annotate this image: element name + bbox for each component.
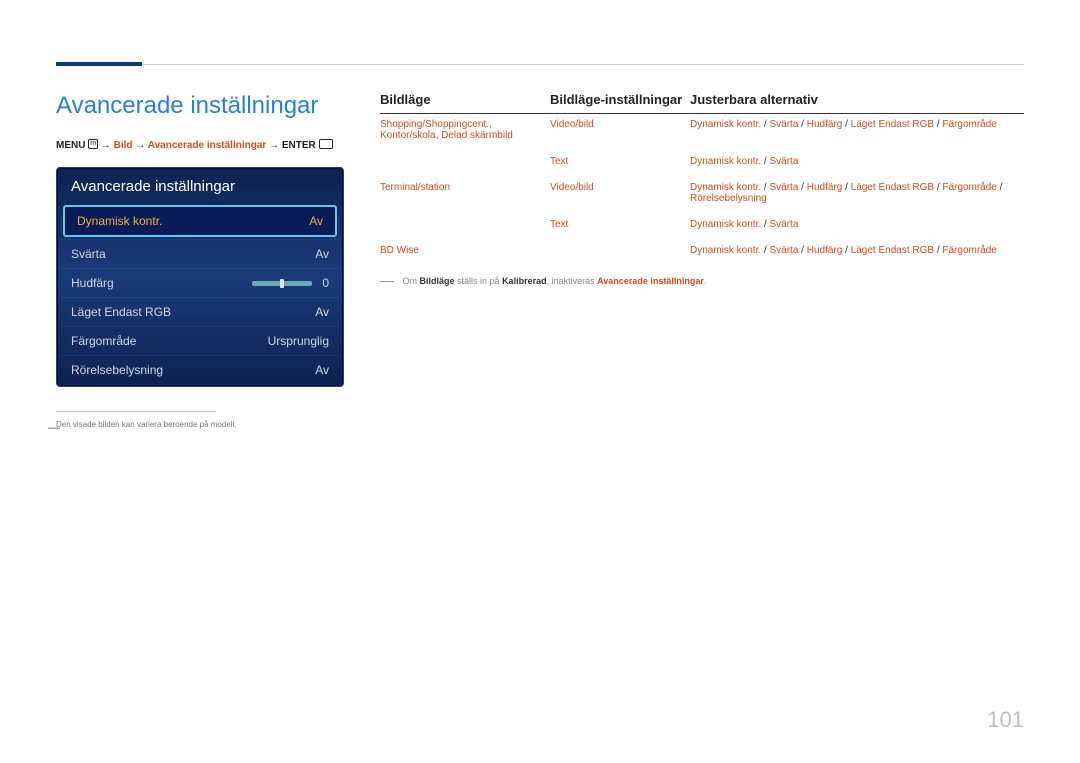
menu-item[interactable]: Rörelsebelysning Av — [59, 355, 341, 384]
menu-icon: m — [88, 139, 98, 149]
menu-item-label: Rörelsebelysning — [71, 363, 163, 377]
cell-installningar: Text — [550, 219, 690, 230]
table-row: Terminal/stationVideo/bildDynamisk kontr… — [380, 177, 1024, 214]
cell-installningar: Text — [550, 156, 690, 167]
page-number: 101 — [987, 707, 1024, 733]
menu-item-label: Färgområde — [71, 334, 136, 348]
table-row: BD Wise Dynamisk kontr. / Svärta / Hudfär… — [380, 240, 1024, 266]
settings-menu-panel: Avancerade inställningar Dynamisk kontr.… — [56, 167, 344, 387]
breadcrumb-step1: Bild — [114, 140, 133, 151]
table-row: Shopping/Shoppingcent.,Kontor/skola, Del… — [380, 114, 1024, 151]
menu-item[interactable]: Läget Endast RGB Av — [59, 297, 341, 326]
th-justerbara: Justerbara alternativ — [690, 92, 1024, 107]
footnote-divider — [56, 411, 216, 412]
cell-installningar — [550, 245, 690, 256]
right-note: Om Bildläge ställs in på Kalibrerad, ina… — [380, 276, 1024, 286]
enter-icon — [319, 139, 333, 149]
th-bildlage: Bildläge — [380, 92, 550, 107]
menu-item[interactable]: Svärta Av — [59, 239, 341, 268]
menu-item[interactable]: Färgområde Ursprunglig — [59, 326, 341, 355]
table-row: TextDynamisk kontr. / Svärta — [380, 214, 1024, 240]
menu-item-label: Hudfärg — [71, 276, 114, 290]
menu-item-label: Svärta — [71, 247, 106, 261]
breadcrumb-step2: Avancerade inställningar — [148, 140, 267, 151]
dash-icon — [380, 281, 394, 282]
cell-alternativ: Dynamisk kontr. / Svärta — [690, 219, 1024, 230]
menu-item-value: Ursprunglig — [268, 334, 329, 348]
dash-icon: ― — [48, 420, 60, 434]
cell-bildlage — [380, 156, 550, 167]
cell-installningar: Video/bild — [550, 182, 690, 204]
th-bildlage-installningar: Bildläge-inställningar — [550, 92, 690, 107]
breadcrumb: MENU m → Bild → Avancerade inställningar… — [56, 138, 344, 151]
menu-item-value: 0 — [322, 276, 329, 290]
menu-item[interactable]: Dynamisk kontr. Av — [63, 205, 337, 237]
menu-item-label: Dynamisk kontr. — [77, 214, 162, 228]
cell-bildlage — [380, 219, 550, 230]
menu-item-value: Av — [315, 247, 329, 261]
slider-thumb[interactable] — [280, 279, 284, 288]
cell-alternativ: Dynamisk kontr. / Svärta / Hudfärg / Läg… — [690, 245, 1024, 256]
cell-alternativ: Dynamisk kontr. / Svärta / Hudfärg / Läg… — [690, 119, 1024, 141]
slider-track[interactable] — [252, 281, 312, 286]
top-accent — [56, 62, 142, 66]
breadcrumb-suffix: ENTER — [282, 140, 316, 151]
breadcrumb-prefix: MENU — [56, 140, 85, 151]
menu-item-value: Av — [315, 305, 329, 319]
left-footnote: ― Den visade bilden kan variera beroende… — [56, 420, 344, 429]
cell-bildlage: BD Wise — [380, 245, 550, 256]
cell-installningar: Video/bild — [550, 119, 690, 141]
menu-item-value: Av — [315, 363, 329, 377]
table-header-row: Bildläge Bildläge-inställningar Justerba… — [380, 92, 1024, 114]
top-rule — [56, 64, 1024, 65]
cell-bildlage: Terminal/station — [380, 182, 550, 204]
cell-alternativ: Dynamisk kontr. / Svärta — [690, 156, 1024, 167]
menu-item[interactable]: Hudfärg 0 — [59, 268, 341, 297]
cell-bildlage: Shopping/Shoppingcent.,Kontor/skola, Del… — [380, 119, 550, 141]
cell-alternativ: Dynamisk kontr. / Svärta / Hudfärg / Läg… — [690, 182, 1024, 204]
menu-item-value: Av — [309, 214, 323, 228]
table-row: TextDynamisk kontr. / Svärta — [380, 151, 1024, 177]
menu-item-label: Läget Endast RGB — [71, 305, 171, 319]
page-title: Avancerade inställningar — [56, 92, 344, 120]
menu-title: Avancerade inställningar — [59, 170, 341, 203]
